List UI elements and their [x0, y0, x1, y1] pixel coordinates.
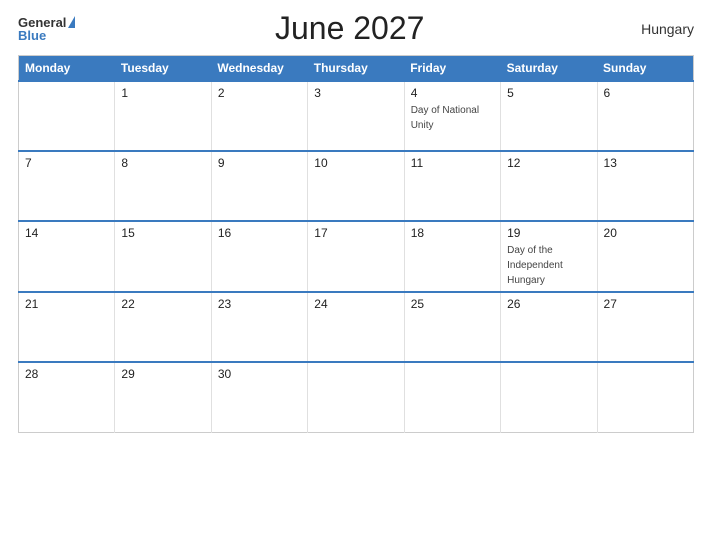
col-header-monday: Monday [19, 56, 115, 82]
calendar-cell: 28 [19, 362, 115, 432]
day-number: 3 [314, 86, 397, 100]
calendar-cell: 5 [501, 81, 597, 151]
day-number: 21 [25, 297, 108, 311]
col-header-wednesday: Wednesday [211, 56, 307, 82]
day-number: 4 [411, 86, 494, 100]
day-number: 6 [604, 86, 687, 100]
day-number: 22 [121, 297, 204, 311]
logo-triangle-icon [68, 16, 75, 28]
week-row-3: 14 15 16 17 18 19 Day of the Independent Hunga… [19, 221, 694, 292]
calendar-cell: 18 [404, 221, 500, 292]
calendar-cell: 2 [211, 81, 307, 151]
day-number: 11 [411, 156, 494, 170]
calendar-cell: 1 [115, 81, 211, 151]
calendar-cell: 4 Day of National Unity [404, 81, 500, 151]
logo: General Blue [18, 16, 75, 42]
calendar-cell: 16 [211, 221, 307, 292]
calendar-cell: 21 [19, 292, 115, 362]
day-number: 24 [314, 297, 397, 311]
day-number: 8 [121, 156, 204, 170]
calendar-cell: 29 [115, 362, 211, 432]
calendar-cell: 17 [308, 221, 404, 292]
calendar-page: General Blue June 2027 Hungary MondayTue… [0, 0, 712, 550]
calendar-cell: 6 [597, 81, 693, 151]
calendar-cell: 8 [115, 151, 211, 221]
calendar-cell: 27 [597, 292, 693, 362]
calendar-cell [597, 362, 693, 432]
logo-general-text: General [18, 16, 66, 29]
day-number: 17 [314, 226, 397, 240]
day-number: 10 [314, 156, 397, 170]
calendar-cell [308, 362, 404, 432]
day-number: 1 [121, 86, 204, 100]
day-number: 19 [507, 226, 590, 240]
day-number: 5 [507, 86, 590, 100]
week-row-5: 28 29 30 [19, 362, 694, 432]
week-row-1: 1234 Day of National Unity 56 [19, 81, 694, 151]
day-number: 23 [218, 297, 301, 311]
col-header-saturday: Saturday [501, 56, 597, 82]
col-header-thursday: Thursday [308, 56, 404, 82]
calendar-cell: 13 [597, 151, 693, 221]
col-header-tuesday: Tuesday [115, 56, 211, 82]
day-number: 2 [218, 86, 301, 100]
calendar-cell: 3 [308, 81, 404, 151]
calendar-cell [501, 362, 597, 432]
col-header-sunday: Sunday [597, 56, 693, 82]
calendar-cell: 25 [404, 292, 500, 362]
calendar-cell [404, 362, 500, 432]
week-row-2: 789 10 11 12 13 [19, 151, 694, 221]
calendar-cell: 15 [115, 221, 211, 292]
day-number: 18 [411, 226, 494, 240]
calendar-cell: 19 Day of the Independent Hungary [501, 221, 597, 292]
calendar-cell: 7 [19, 151, 115, 221]
day-number: 25 [411, 297, 494, 311]
calendar-cell: 12 [501, 151, 597, 221]
day-number: 30 [218, 367, 301, 381]
day-number: 16 [218, 226, 301, 240]
calendar-cell: 23 [211, 292, 307, 362]
calendar-cell: 9 [211, 151, 307, 221]
calendar-cell: 14 [19, 221, 115, 292]
calendar-table: MondayTuesdayWednesdayThursdayFridaySatu… [18, 55, 694, 433]
calendar-cell: 30 [211, 362, 307, 432]
day-number: 28 [25, 367, 108, 381]
day-number: 29 [121, 367, 204, 381]
calendar-header-row: MondayTuesdayWednesdayThursdayFridaySatu… [19, 56, 694, 82]
calendar-cell: 10 [308, 151, 404, 221]
calendar-cell [19, 81, 115, 151]
event-label: Day of the Independent Hungary [507, 245, 563, 286]
calendar-cell: 24 [308, 292, 404, 362]
day-number: 14 [25, 226, 108, 240]
calendar-cell: 22 [115, 292, 211, 362]
day-number: 13 [604, 156, 687, 170]
day-number: 27 [604, 297, 687, 311]
day-number: 20 [604, 226, 687, 240]
month-title: June 2027 [75, 10, 624, 47]
country-label: Hungary [624, 21, 694, 37]
logo-blue-text: Blue [18, 29, 46, 42]
calendar-cell: 11 [404, 151, 500, 221]
week-row-4: 21 22 23 24 25 26 27 [19, 292, 694, 362]
header: General Blue June 2027 Hungary [18, 10, 694, 47]
col-header-friday: Friday [404, 56, 500, 82]
day-number: 12 [507, 156, 590, 170]
calendar-cell: 20 [597, 221, 693, 292]
event-label: Day of National Unity [411, 105, 479, 131]
calendar-cell: 26 [501, 292, 597, 362]
day-number: 15 [121, 226, 204, 240]
day-number: 26 [507, 297, 590, 311]
day-number: 7 [25, 156, 108, 170]
day-number: 9 [218, 156, 301, 170]
